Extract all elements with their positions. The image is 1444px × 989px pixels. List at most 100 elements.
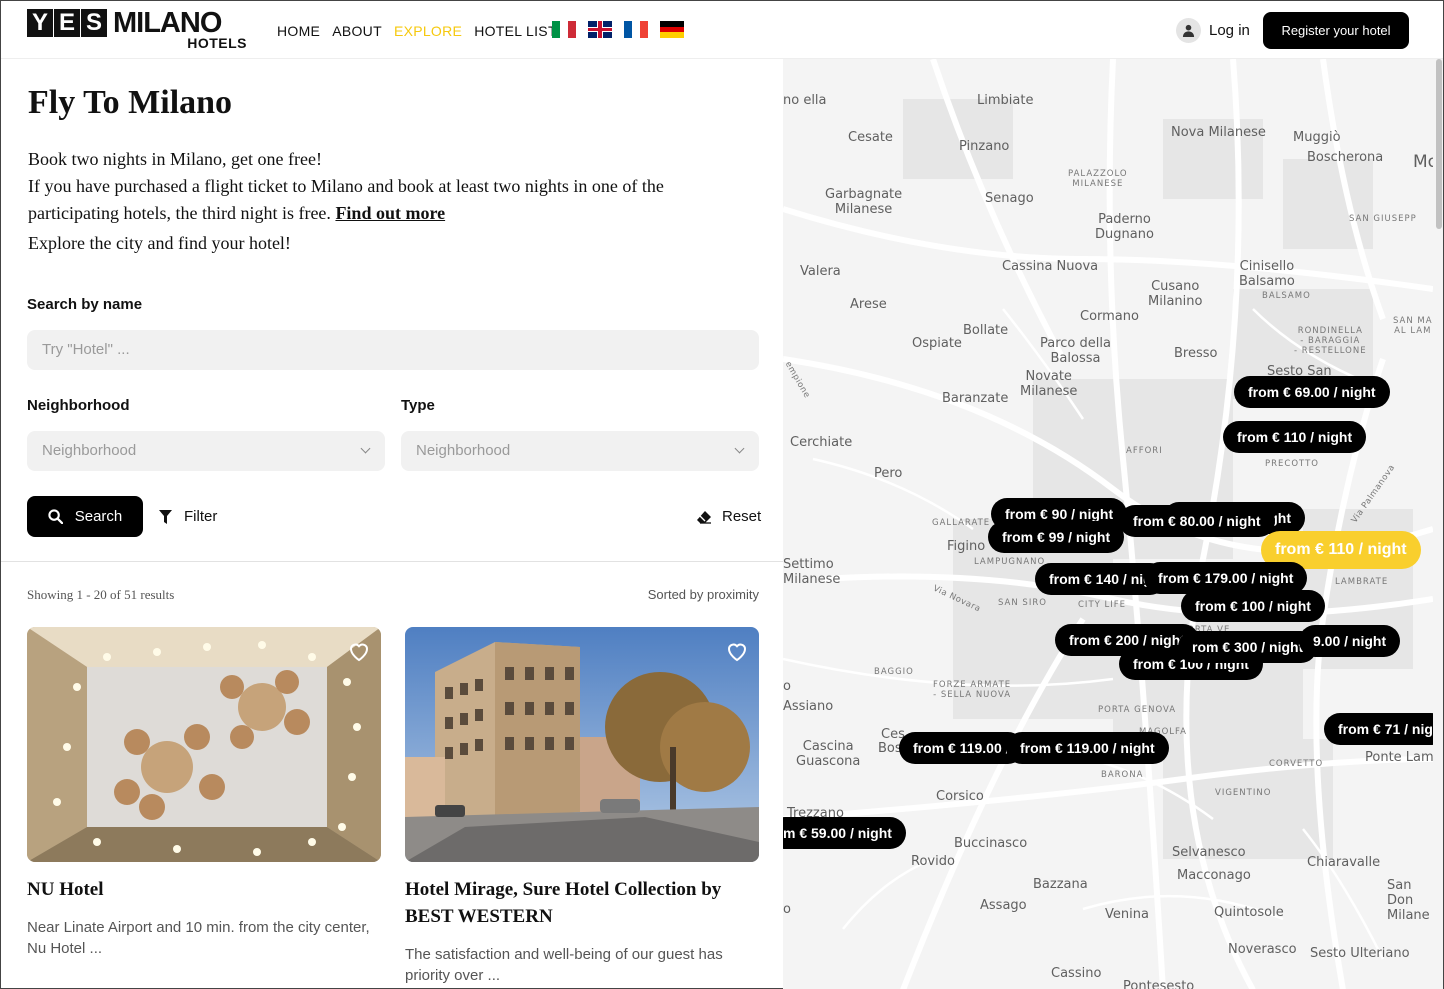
favorite-heart-icon[interactable] [725, 639, 749, 663]
nav-hotel-list[interactable]: HOTEL LIST [474, 22, 557, 40]
type-select[interactable]: Neighborhood [401, 431, 759, 471]
find-out-more-link[interactable]: Find out more [335, 203, 445, 223]
sort-indicator[interactable]: Sorted by proximity [648, 587, 759, 603]
price-marker[interactable]: rom € 300 / night [1178, 631, 1318, 663]
filter-icon [159, 509, 172, 524]
logo-letter: Y [27, 9, 53, 37]
map-place-label: Cassina Nuova [1002, 259, 1099, 274]
neighborhood-label: Neighborhood [27, 397, 130, 414]
map-place-label: Bresso [1174, 346, 1218, 361]
top-header: Y E S MILANO HOTELS HOME ABOUT EXPLORE H… [1, 1, 1443, 59]
map-place-label: Sesto Ulteriano [1310, 946, 1410, 961]
logo-hotels: HOTELS [187, 35, 247, 51]
page-title: Fly To Milano [28, 84, 233, 121]
chevron-down-icon [734, 443, 745, 454]
search-icon [48, 509, 63, 524]
french-flag-icon[interactable] [624, 21, 648, 38]
map-district-label: GALLARATE [932, 518, 991, 528]
map-place-label: Cassino [1051, 966, 1102, 981]
price-marker[interactable]: from € 110 / night [1223, 421, 1367, 453]
map-place-label: Boscherona [1307, 150, 1384, 165]
map-place-label: San Don Milane [1387, 878, 1430, 923]
nav-explore[interactable]: EXPLORE [394, 22, 462, 40]
map-place-label: Cinisello Balsamo [1239, 259, 1295, 289]
filter-button-label: Filter [184, 508, 218, 525]
neighborhood-select-value: Neighborhood [42, 442, 137, 459]
nav-about[interactable]: ABOUT [332, 22, 382, 40]
map-place-label: Pinzano [959, 139, 1010, 154]
map-place-label: Pero [874, 466, 903, 481]
map-place-label: Macconago [1177, 868, 1251, 883]
map-place-label: o [783, 902, 791, 917]
map-district-label: BARONA [1101, 770, 1144, 780]
nav-home[interactable]: HOME [277, 22, 320, 40]
search-button[interactable]: Search [27, 496, 143, 537]
search-name-input[interactable]: Try "Hotel" ... [27, 330, 759, 370]
search-panel: Fly To Milano Book two nights in Milano,… [1, 59, 783, 989]
map-district-label: AFFORI [1126, 446, 1163, 456]
map-place-label: Nova Milanese [1171, 125, 1266, 140]
favorite-heart-icon[interactable] [347, 639, 371, 663]
search-button-label: Search [74, 507, 123, 525]
hotel-description: Near Linate Airport and 10 min. from the… [27, 919, 370, 957]
map-place-label: Muggiò [1293, 130, 1341, 145]
map-place-label: Baranzate [942, 391, 1009, 406]
german-flag-icon[interactable] [660, 21, 684, 38]
map-district-label: PALAZZOLO MILANESE [1068, 169, 1128, 189]
hotel-name[interactable]: NU Hotel [27, 876, 381, 903]
map-district-label: SAN SIRO [998, 598, 1047, 608]
neighborhood-select[interactable]: Neighborhood [27, 431, 385, 471]
italian-flag-icon[interactable] [552, 21, 576, 38]
uk-flag-icon[interactable] [588, 21, 612, 38]
results-count: Showing 1 - 20 of 51 results [27, 587, 175, 602]
hotel-card[interactable]: NU Hotel Near Linate Airport and 10 min.… [27, 627, 381, 959]
map-place-label: Bazzana [1033, 877, 1088, 892]
map-place-label: Cormano [1080, 309, 1139, 324]
map-district-label: FORZE ARMATE - SELLA NUOVA [933, 680, 1012, 700]
price-marker[interactable]: from € 119.00 / [899, 732, 1024, 764]
intro-text: Book two nights in Milano, get one free!… [28, 146, 748, 257]
price-marker[interactable]: from € 71 / nig [1324, 713, 1433, 745]
intro-line-1: Book two nights in Milano, get one free! [28, 149, 322, 169]
login-label: Log in [1209, 21, 1250, 39]
yesmilano-logo[interactable]: Y E S MILANO HOTELS [27, 7, 249, 53]
map-place-label: Cesate [848, 130, 893, 145]
login-link[interactable]: Log in [1176, 18, 1250, 43]
logo-letter: E [54, 9, 80, 37]
map-place-label: Rovido [911, 854, 955, 869]
price-marker[interactable]: from € 69.00 / night [1234, 376, 1390, 408]
map-district-label: SAN GIUSEPP [1349, 214, 1417, 224]
map-place-label: Parco della Balossa [1040, 336, 1111, 366]
price-marker[interactable]: from € 200 / night [1055, 624, 1199, 656]
price-marker[interactable]: from € 100 / night [1181, 590, 1325, 622]
logo-letter: S [81, 9, 107, 37]
map-district-label: PORTA GENOVA [1098, 705, 1177, 715]
divider [1, 561, 783, 562]
map-place-label: Ospiate [912, 336, 962, 351]
map-place-label: Noverasco [1228, 942, 1297, 957]
hotel-photo[interactable] [27, 627, 381, 862]
map-place-label: Valera [800, 264, 841, 279]
register-hotel-button[interactable]: Register your hotel [1263, 12, 1409, 49]
map-place-label: Quintosole [1214, 905, 1284, 920]
price-marker[interactable]: m € 59.00 / night [783, 817, 906, 849]
map-place-label: Pontesesto [1123, 979, 1195, 989]
hotel-name[interactable]: Hotel Mirage, Sure Hotel Collection by B… [405, 876, 759, 930]
price-marker[interactable]: 9.00 / night [1299, 625, 1401, 657]
hotel-photo[interactable] [405, 627, 759, 862]
price-marker[interactable]: from € 99 / night [988, 521, 1125, 553]
search-by-name-label: Search by name [27, 296, 143, 313]
map-district-label: LAMBRATE [1335, 577, 1389, 587]
price-marker[interactable]: from € 119.00 / night [1006, 732, 1169, 764]
map-place-label: Garbagnate Milanese [825, 187, 903, 217]
reset-button[interactable]: Reset [696, 508, 761, 526]
hotel-card[interactable]: Hotel Mirage, Sure Hotel Collection by B… [405, 627, 759, 986]
hotel-map[interactable]: no ella Limbiate Cesate Pinzano Nova Mil… [783, 59, 1433, 989]
price-marker[interactable]: from € 80.00 / night [1119, 505, 1275, 537]
page-scrollbar[interactable] [1433, 59, 1443, 989]
map-place-label: Buccinasco [954, 836, 1028, 851]
scrollbar-thumb[interactable] [1436, 59, 1442, 229]
map-place-label: Selvanesco [1172, 845, 1246, 860]
filter-button[interactable]: Filter [159, 508, 217, 526]
map-place-label: Cusano Milanino [1148, 279, 1203, 309]
